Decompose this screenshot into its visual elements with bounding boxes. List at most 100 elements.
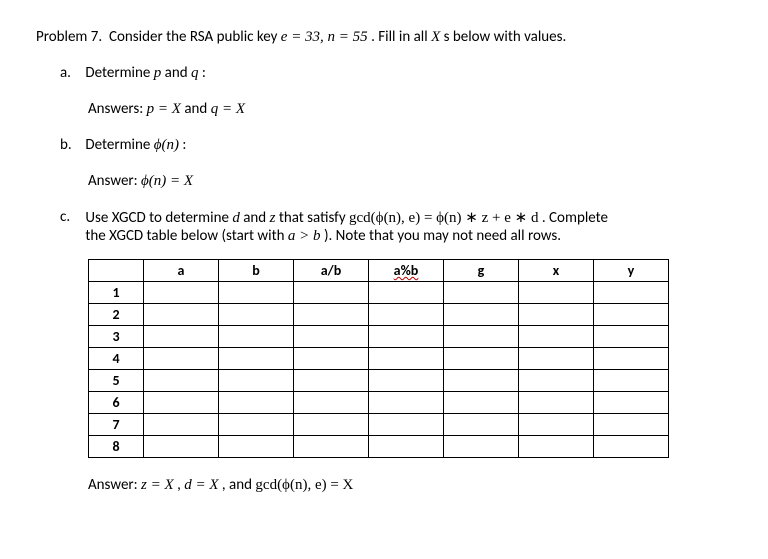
part-a-label: a.	[60, 64, 82, 82]
part-b-answer: Answer: ϕ(n) = X	[36, 172, 732, 190]
part-b-text: Determine	[85, 136, 153, 154]
col-g: g	[444, 260, 519, 282]
cell	[519, 436, 594, 458]
cell	[294, 304, 369, 326]
table-row: 7	[89, 414, 669, 436]
part-c-ans-lead: Answer:	[88, 476, 141, 494]
problem-text-b: . Fill in all	[371, 28, 431, 46]
cell	[444, 282, 519, 304]
part-c-ans-c2: , and	[222, 476, 255, 494]
table-header-row: a b a/b a%b g x y	[89, 260, 669, 282]
cell	[219, 392, 294, 414]
problem-statement: Problem 7. Consider the RSA public key e…	[36, 28, 732, 46]
cell	[369, 304, 444, 326]
table-row: 2	[89, 304, 669, 326]
cell	[294, 414, 369, 436]
cell	[144, 304, 219, 326]
problem-eq: e = 33, n = 55	[281, 29, 368, 45]
cell	[219, 414, 294, 436]
cell	[519, 282, 594, 304]
cell	[594, 326, 669, 348]
part-c-and: and	[243, 209, 269, 227]
part-c-line1a: Use XGCD to determine	[85, 209, 232, 227]
cell	[369, 370, 444, 392]
cell	[594, 304, 669, 326]
cell	[594, 392, 669, 414]
cell	[444, 392, 519, 414]
problem-text-a: Consider the RSA public key	[109, 28, 281, 46]
row-num: 6	[89, 392, 144, 414]
part-b-colon: :	[182, 136, 186, 154]
cell	[144, 392, 219, 414]
cell	[519, 392, 594, 414]
cell	[144, 348, 219, 370]
cell	[519, 414, 594, 436]
row-num: 8	[89, 436, 144, 458]
cell	[219, 282, 294, 304]
col-a: a	[144, 260, 219, 282]
row-num: 5	[89, 370, 144, 392]
cell	[444, 326, 519, 348]
part-a-ans-q: q = X	[211, 101, 245, 117]
cell	[444, 436, 519, 458]
cell	[369, 326, 444, 348]
cell	[294, 436, 369, 458]
table-row: 4	[89, 348, 669, 370]
cell	[444, 348, 519, 370]
part-a-ans-and: and	[184, 100, 210, 118]
cell	[369, 348, 444, 370]
part-c-line2a: the XGCD table below (start with	[85, 227, 288, 245]
cell	[594, 348, 669, 370]
part-c-ans-z: z = X	[141, 477, 174, 493]
part-c-ans-d: d = X	[184, 477, 218, 493]
part-a-p: p	[154, 65, 162, 81]
part-b-label: b.	[60, 136, 82, 154]
table-row: 8	[89, 436, 669, 458]
row-num: 2	[89, 304, 144, 326]
part-c-line1c: . Complete	[542, 209, 608, 227]
part-c-ans-gcd: gcd(ϕ(n), e) = X	[255, 477, 353, 493]
col-x: x	[519, 260, 594, 282]
cell	[369, 436, 444, 458]
part-b-ans-lead: Answer:	[88, 172, 141, 190]
part-a-q: q	[191, 65, 199, 81]
part-b-prompt: b. Determine ϕ(n) :	[36, 136, 732, 154]
xgcd-table: a b a/b a%b g x y 1 2 3 4 5 6 7 8	[88, 259, 669, 458]
cell	[144, 282, 219, 304]
col-adivb: a/b	[294, 260, 369, 282]
part-a-ans-p: p = X	[147, 101, 181, 117]
cell	[219, 370, 294, 392]
table-row: 6	[89, 392, 669, 414]
cell	[369, 392, 444, 414]
cell	[519, 304, 594, 326]
cell	[144, 414, 219, 436]
row-num: 4	[89, 348, 144, 370]
part-c-z: z	[270, 210, 276, 226]
part-c-line1b: that satisfy	[279, 209, 349, 227]
cell	[519, 326, 594, 348]
cell	[294, 370, 369, 392]
cell	[219, 436, 294, 458]
problem-title: Problem 7.	[36, 28, 102, 46]
part-c-answer: Answer: z = X , d = X , and gcd(ϕ(n), e)…	[36, 476, 732, 494]
row-num: 3	[89, 326, 144, 348]
cell	[294, 326, 369, 348]
part-a-text: Determine	[85, 64, 153, 82]
col-amodb: a%b	[369, 260, 444, 282]
cell	[444, 304, 519, 326]
part-c-d: d	[232, 210, 240, 226]
cell	[519, 348, 594, 370]
part-c-gcd: gcd(ϕ(n), e) = ϕ(n) ∗ z + e ∗ d	[349, 210, 538, 226]
cell	[219, 304, 294, 326]
cell	[219, 348, 294, 370]
part-a-answer: Answers: p = X and q = X	[36, 100, 732, 118]
table-row: 3	[89, 326, 669, 348]
part-a-and: and	[165, 64, 191, 82]
cell	[144, 436, 219, 458]
cell	[369, 414, 444, 436]
part-b-ans-eq: ϕ(n) = X	[141, 173, 193, 189]
cell	[294, 348, 369, 370]
cell	[294, 282, 369, 304]
cell	[294, 392, 369, 414]
cell	[519, 370, 594, 392]
